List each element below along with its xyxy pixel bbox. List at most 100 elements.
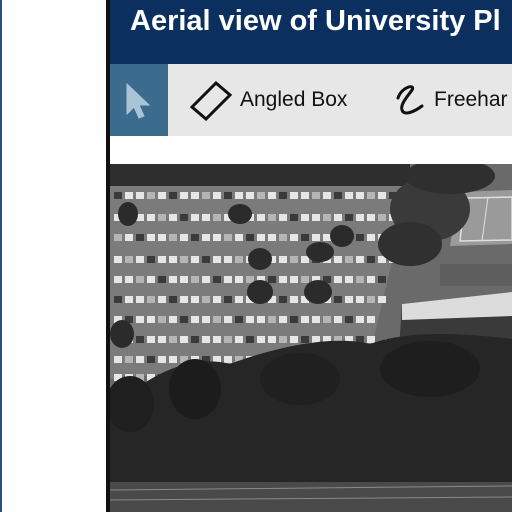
parked-car: [334, 316, 342, 323]
annotated-image[interactable]: [110, 164, 512, 512]
freehand-squiggle-icon: [396, 85, 424, 115]
parked-car: [268, 336, 276, 343]
parked-car: [114, 256, 122, 263]
parked-car: [191, 336, 199, 343]
parked-car: [279, 336, 287, 343]
parked-car: [301, 234, 309, 241]
parked-car: [180, 276, 188, 283]
parked-car: [213, 296, 221, 303]
parked-car: [312, 336, 320, 343]
parked-car: [114, 192, 122, 199]
parked-car: [158, 336, 166, 343]
parked-car: [191, 234, 199, 241]
parked-car: [290, 336, 298, 343]
parked-car: [224, 296, 232, 303]
parked-car: [367, 234, 375, 241]
parked-car: [367, 214, 375, 221]
parked-car: [356, 316, 364, 323]
parked-car: [323, 214, 331, 221]
parked-car: [290, 256, 298, 263]
parked-car: [257, 192, 265, 199]
parked-car: [180, 336, 188, 343]
parked-car: [312, 214, 320, 221]
parked-car: [180, 192, 188, 199]
parked-car: [125, 276, 133, 283]
parked-car: [235, 192, 243, 199]
parked-car: [323, 316, 331, 323]
parked-car: [290, 316, 298, 323]
parked-car: [224, 316, 232, 323]
parked-car: [334, 256, 342, 263]
parked-car: [257, 234, 265, 241]
parked-car: [213, 316, 221, 323]
parked-car: [213, 234, 221, 241]
parked-car: [147, 234, 155, 241]
parked-car: [334, 214, 342, 221]
parked-car: [345, 276, 353, 283]
parked-car: [169, 336, 177, 343]
parked-car: [136, 356, 144, 363]
parked-car: [114, 276, 122, 283]
parked-car: [334, 296, 342, 303]
parked-car: [378, 296, 386, 303]
parked-car: [290, 276, 298, 283]
parked-car: [268, 276, 276, 283]
parked-car: [378, 276, 386, 283]
parked-car: [158, 356, 166, 363]
parked-car: [158, 296, 166, 303]
parked-car: [235, 234, 243, 241]
parked-car: [235, 296, 243, 303]
parked-car: [279, 256, 287, 263]
parked-car: [213, 256, 221, 263]
annotation-toolbar: Angled Box Freehar: [110, 64, 512, 136]
parked-car: [246, 192, 254, 199]
parked-car: [136, 256, 144, 263]
image-title: Aerial view of University Pl: [130, 5, 501, 37]
parked-car: [202, 336, 210, 343]
parked-car: [224, 336, 232, 343]
parked-car: [290, 214, 298, 221]
parked-car: [301, 276, 309, 283]
parked-car: [158, 276, 166, 283]
parked-car: [301, 192, 309, 199]
parked-car: [136, 336, 144, 343]
parked-car: [246, 336, 254, 343]
parked-car: [136, 316, 144, 323]
parked-car: [290, 296, 298, 303]
parked-car: [279, 316, 287, 323]
parked-car: [224, 192, 232, 199]
parked-car: [158, 192, 166, 199]
angled-box-icon: [189, 80, 233, 121]
left-edge-strip: [0, 0, 2, 512]
parked-car: [257, 316, 265, 323]
parked-car: [191, 214, 199, 221]
parked-car: [367, 276, 375, 283]
freehand-tool-button[interactable]: Freehar: [392, 80, 508, 120]
parked-car: [114, 234, 122, 241]
parked-car: [125, 296, 133, 303]
parked-car: [345, 214, 353, 221]
aerial-photo: [110, 164, 512, 512]
parked-car: [334, 192, 342, 199]
parked-car: [147, 356, 155, 363]
parked-car: [169, 234, 177, 241]
parked-car: [169, 214, 177, 221]
parked-car: [367, 296, 375, 303]
parked-car: [213, 276, 221, 283]
parked-car: [202, 316, 210, 323]
parked-car: [356, 296, 364, 303]
angled-box-tool-button[interactable]: Angled Box: [188, 80, 347, 121]
parked-car: [235, 276, 243, 283]
parked-car: [169, 256, 177, 263]
select-tool-button[interactable]: [110, 64, 168, 136]
parked-car: [356, 214, 364, 221]
parked-car: [136, 234, 144, 241]
parked-car: [147, 192, 155, 199]
parked-car: [147, 336, 155, 343]
parked-car: [169, 296, 177, 303]
parked-car: [279, 192, 287, 199]
parked-car: [169, 316, 177, 323]
left-panel: [0, 0, 106, 512]
parked-car: [224, 356, 232, 363]
cursor-arrow-icon: [126, 82, 151, 119]
